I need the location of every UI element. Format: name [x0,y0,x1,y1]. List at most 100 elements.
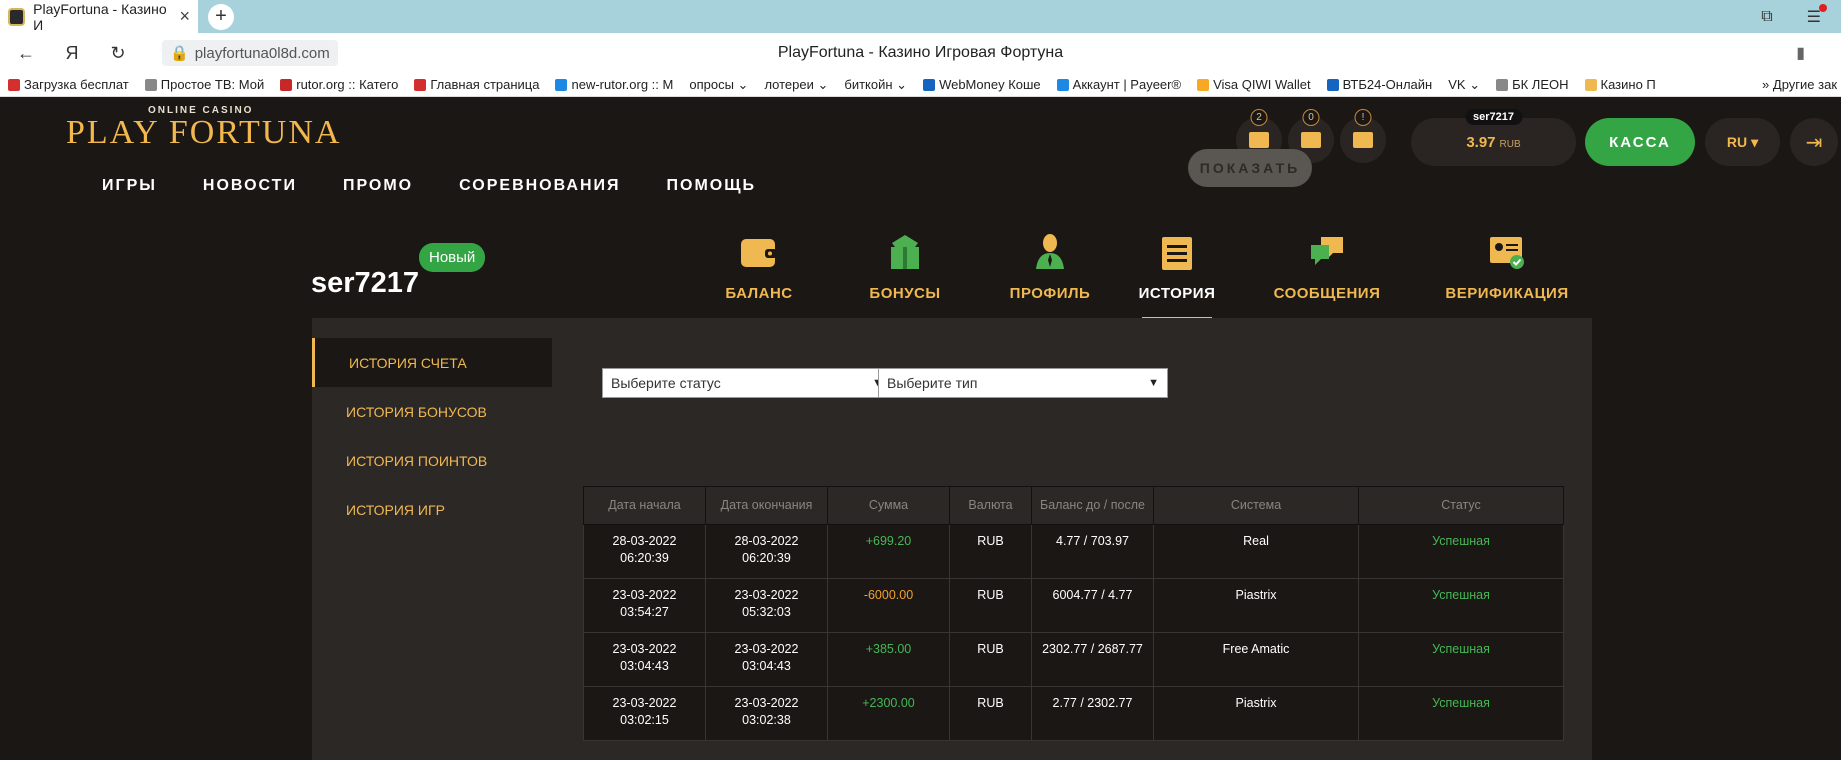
bookmark-label: Простое ТВ: Мой [160,77,265,92]
bookmark-label: лотереи ⌄ [764,76,829,92]
tasks-button[interactable]: ! [1340,109,1386,163]
new-tab-button[interactable]: + [208,3,234,30]
nav-item[interactable]: ИГРЫ [102,177,157,195]
address-bar: ← Я ↻ 🔒 playfortuna0l8d.com PlayFortuna … [0,33,1841,73]
nav-item[interactable]: НОВОСТИ [203,177,297,195]
table-row: 23-03-2022 03:02:15 23-03-2022 03:02:38 +2… [583,686,1564,741]
kassa-button[interactable]: КАССА [1585,118,1695,166]
bookmark-item[interactable]: биткойн ⌄ [836,77,915,93]
history-sidebar: ИСТОРИЯ СЧЕТА ИСТОРИЯ БОНУСОВ ИСТОРИЯ ПОИН… [312,338,552,760]
tab-label: СООБЩЕНИЯ [1273,285,1381,302]
tasks-badge: ! [1354,109,1372,126]
logout-icon[interactable]: ⇥ [1790,118,1838,166]
sidebar-item[interactable]: ИСТОРИЯ СЧЕТА [312,338,552,387]
bookmark-item[interactable]: Простое ТВ: Мой [137,77,273,92]
bookmark-label: ВТБ24-Онлайн [1342,77,1433,92]
cell-system: Piastrix [1153,686,1359,741]
bookmark-item[interactable]: лотереи ⌄ [756,77,836,93]
type-select[interactable]: Выберите тип ▼ [878,368,1168,398]
bookmark-favicon-icon [414,78,427,91]
column-header: Дата окончания [705,486,828,525]
tab-2[interactable]: ПРОФИЛЬ [992,233,1108,302]
cell-start: 23-03-2022 03:02:15 [583,686,706,741]
bookmark-item[interactable]: Аккаунт | Payeer® [1049,77,1189,92]
history-table: Дата начала Дата окончания Сумма Валюта Бала… [583,486,1564,741]
cell-currency: RUB [949,578,1032,633]
bookmark-favicon-icon [1056,78,1069,91]
nav-item[interactable]: ПРОМО [343,177,413,195]
column-header: Система [1153,486,1359,525]
cell-currency: RUB [949,686,1032,741]
tab-5[interactable]: ВЕРИФИКАЦИЯ [1422,233,1592,302]
bookmark-favicon-icon [280,78,293,91]
tab-0[interactable]: БАЛАНС [700,233,818,302]
tab-3[interactable]: ИСТОРИЯ [1122,233,1232,302]
bookmark-icon[interactable]: ▮ [1796,43,1805,63]
sidebar-item[interactable]: ИСТОРИЯ ИГР [312,485,552,534]
notepad-icon [1353,132,1373,148]
cell-balance: 2302.77 / 2687.77 [1031,632,1154,687]
reload-icon[interactable]: ↻ [108,43,128,64]
bookmark-label: опросы ⌄ [689,76,749,92]
bookmark-item[interactable]: new-rutor.org :: M [547,77,681,92]
bookmark-item[interactable]: rutor.org :: Катего [272,77,406,92]
tab-label: ПРОФИЛЬ [1009,285,1091,302]
cell-currency: RUB [949,524,1032,579]
bookmark-item[interactable]: БК ЛЕОН [1488,77,1576,92]
bookmark-item[interactable]: опросы ⌄ [681,77,756,93]
tab-label: ИСТОРИЯ [1138,285,1216,302]
column-header: Валюта [949,486,1032,525]
main-nav: ИГРЫ НОВОСТИ ПРОМО СОРЕВНОВАНИЯ ПОМОЩЬ [102,177,756,195]
other-bookmarks[interactable]: » Другие зак [1762,77,1841,92]
language-select[interactable]: RU ▾ [1705,118,1780,166]
bookmark-label: БК ЛЕОН [1512,77,1569,92]
sidebar-item[interactable]: ИСТОРИЯ БОНУСОВ [312,387,552,436]
logo[interactable]: ONLINE CASINO PLAY FORTUNA [66,105,341,152]
bookmark-favicon-icon [555,78,568,91]
bookmark-label: new-rutor.org :: M [571,77,674,92]
cell-end: 23-03-2022 03:02:38 [705,686,828,741]
bookmark-item[interactable]: Visa QIWI Wallet [1189,77,1319,92]
cell-end: 28-03-2022 06:20:39 [705,524,828,579]
balance-widget[interactable]: ser7217 3.97 RUB [1411,109,1576,166]
bookmark-item[interactable]: Главная страница [406,77,547,92]
bookmark-label: WebMoney Коше [939,77,1041,92]
notepad-icon [1157,233,1197,271]
bookmarks-bar: Загрузка бесплат Простое ТВ: Мой rutor.org… [0,73,1841,97]
browser-tab[interactable]: PlayFortuna - Казино И × [0,0,198,33]
close-tab-icon[interactable]: × [179,6,190,27]
nav-item[interactable]: ПОМОЩЬ [667,177,757,195]
bookmark-favicon-icon [1197,78,1210,91]
back-icon[interactable]: ← [16,43,36,64]
chat-icon [1307,233,1347,271]
browser-tabbar: PlayFortuna - Казино И × + ⧉ ☰ [0,0,1841,33]
logo-title: PLAY FORTUNA [66,114,342,151]
show-button[interactable]: ПОКАЗАТЬ [1188,149,1312,187]
bookmark-item[interactable]: Загрузка бесплат [0,77,137,92]
cell-start: 23-03-2022 03:54:27 [583,578,706,633]
bookmarks-panel-icon[interactable]: ⧉ [1761,8,1772,26]
status-select[interactable]: Выберите статус ▼ [602,368,892,398]
bookmark-item[interactable]: VK ⌄ [1440,77,1488,93]
balance-username: ser7217 [1465,109,1522,125]
tab-4[interactable]: СООБЩЕНИЯ [1246,233,1408,302]
column-header: Сумма [827,486,950,525]
tab-label: БОНУСЫ [869,285,941,302]
bookmark-favicon-icon [8,78,20,91]
tab-1[interactable]: БОНУСЫ [832,233,978,302]
sidebar-item[interactable]: ИСТОРИЯ ПОИНТОВ [312,436,552,485]
bookmark-label: Visa QIWI Wallet [1213,77,1311,92]
yandex-icon[interactable]: Я [62,43,82,64]
cell-system: Real [1153,524,1359,579]
lock-icon: 🔒 [170,45,189,62]
profile-username: ser7217 [311,267,420,299]
nav-item[interactable]: СОРЕВНОВАНИЯ [459,177,620,195]
cell-end: 23-03-2022 05:32:03 [705,578,828,633]
url-field[interactable]: 🔒 playfortuna0l8d.com [162,40,338,66]
menu-icon[interactable]: ☰ [1807,3,1828,27]
bookmark-item[interactable]: WebMoney Коше [915,77,1049,92]
dropdown-arrow-icon: ▼ [1148,377,1159,389]
bookmark-item[interactable]: ВТБ24-Онлайн [1319,77,1441,92]
bookmark-item[interactable]: Казино П [1577,77,1664,92]
column-header: Дата начала [583,486,706,525]
